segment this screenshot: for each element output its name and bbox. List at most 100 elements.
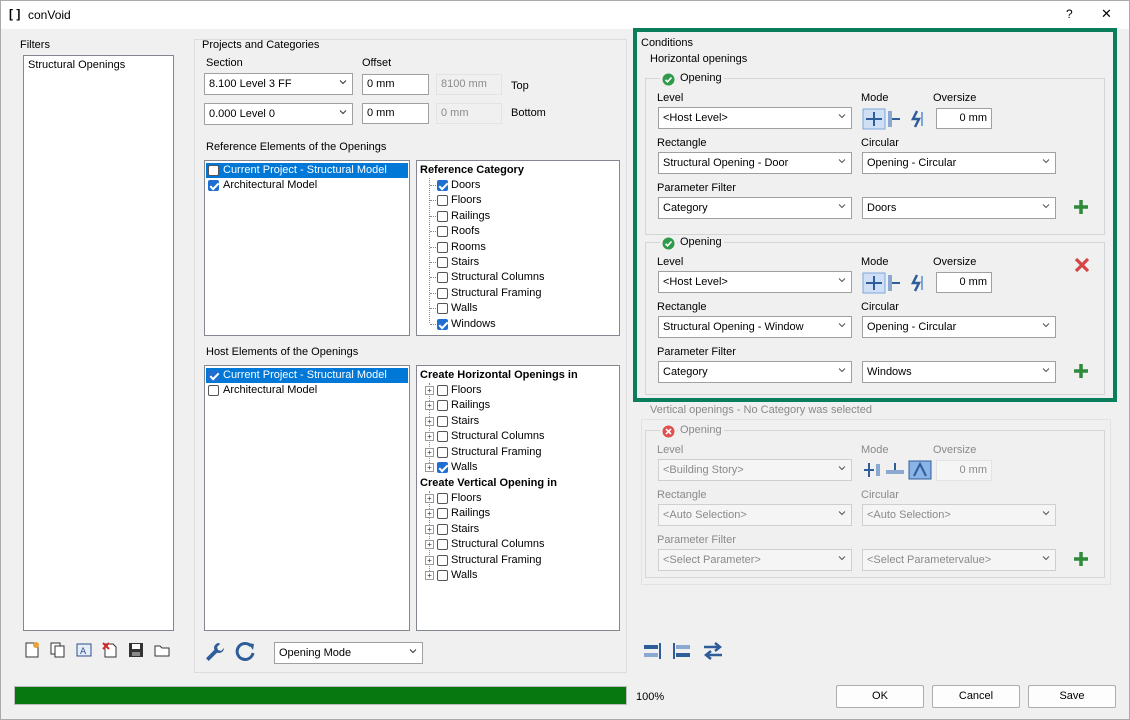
rectangle-select[interactable]: <Auto Selection> [658,504,852,526]
filter-item[interactable]: Structural Openings [28,58,125,73]
model-item[interactable]: Current Project - Structural Model [206,368,408,383]
refresh-icon[interactable] [234,641,256,663]
parameter-value-select[interactable]: <Select Parametervalue> [862,549,1056,571]
category-checkbox[interactable] [437,210,448,222]
oversize-field[interactable]: 0 mm [936,460,992,481]
expand-icon[interactable]: + [425,524,434,534]
expand-icon[interactable]: + [425,509,434,519]
category-checkbox[interactable] [437,257,448,268]
circular-select[interactable]: Opening - Circular [862,152,1056,174]
model-checkbox[interactable] [208,370,219,381]
category-label: Structural Columns [451,430,545,443]
level-select[interactable]: <Host Level> [658,107,852,129]
category-checkbox[interactable] [437,272,448,284]
ok-button[interactable]: OK [836,685,924,708]
swap-icon[interactable] [701,640,725,662]
expand-icon[interactable]: + [425,416,434,426]
category-checkbox[interactable] [437,431,448,443]
expand-icon[interactable]: + [425,540,434,550]
bottom-level-select[interactable]: 0.000 Level 0 [204,103,353,125]
opening-mode-select[interactable]: Opening Mode [274,642,423,664]
category-checkbox[interactable] [437,400,448,412]
category-checkbox[interactable] [437,303,448,315]
wrench-icon[interactable] [204,641,226,663]
parameter-value-select[interactable]: Windows [862,361,1056,383]
delete-filter-icon[interactable] [101,641,119,659]
expand-icon[interactable]: + [425,447,434,457]
expand-icon[interactable]: + [425,463,434,472]
top-level-select[interactable]: 8.100 Level 3 FF [204,73,353,95]
category-checkbox[interactable] [437,318,448,330]
parameter-select[interactable]: Category [658,197,852,219]
expand-icon[interactable]: + [425,432,434,442]
vertical-openings-header: Create Vertical Opening in [420,477,557,489]
model-item[interactable]: Current Project - Structural Model [206,163,408,178]
category-checkbox[interactable] [437,385,448,396]
rectangle-select[interactable]: Structural Opening - Door [658,152,852,174]
category-checkbox[interactable] [437,493,448,504]
category-checkbox[interactable] [437,241,448,253]
filters-list[interactable]: Structural Openings [23,55,174,631]
top-offset-field[interactable]: 0 mm [362,74,429,95]
category-checkbox[interactable] [437,195,448,207]
expand-icon[interactable]: + [425,571,434,580]
close-icon[interactable]: ✕ [1101,6,1112,22]
move-down-icon[interactable] [671,640,693,662]
move-up-icon[interactable] [641,640,663,662]
mode-center-icon[interactable] [862,272,932,297]
expand-icon[interactable]: + [425,555,434,565]
add-icon[interactable] [1073,551,1089,570]
add-icon[interactable] [1073,363,1089,382]
rename-filter-icon[interactable]: A [75,641,93,659]
parameter-select[interactable]: <Select Parameter> [658,549,852,571]
mode-center-icon[interactable] [862,108,932,133]
category-checkbox[interactable] [437,226,448,238]
save-button[interactable]: Save [1028,685,1116,708]
parameter-select[interactable]: Category [658,361,852,383]
oversize-field[interactable]: 0 mm [936,108,992,129]
expand-icon[interactable]: + [425,401,434,411]
copy-filter-icon[interactable] [49,641,67,659]
circular-select[interactable]: Opening - Circular [862,316,1056,338]
level-select[interactable]: <Building Story> [658,459,852,481]
parameter-value-select[interactable]: Doors [862,197,1056,219]
level-select[interactable]: <Host Level> [658,271,852,293]
rectangle-select[interactable]: Structural Opening - Window [658,316,852,338]
model-checkbox[interactable] [208,165,219,176]
rectangle-select-value: Structural Opening - Door [663,157,789,169]
category-checkbox[interactable] [437,180,448,191]
category-checkbox[interactable] [437,570,448,581]
category-checkbox[interactable] [437,446,448,458]
model-item[interactable]: Architectural Model [206,178,408,193]
category-checkbox[interactable] [437,462,448,473]
top-elevation-readonly: 8100 mm [436,74,502,95]
category-checkbox[interactable] [437,554,448,566]
expand-icon[interactable]: + [425,494,434,503]
conditions-panel: Conditions Horizontal openings Opening Le… [633,28,1118,673]
reference-category-list[interactable]: Reference Category Doors Floors Railings Ro… [416,160,620,336]
cancel-button[interactable]: Cancel [932,685,1020,708]
open-filter-icon[interactable] [153,641,171,659]
circular-select[interactable]: <Auto Selection> [862,504,1056,526]
category-checkbox[interactable] [437,523,448,535]
mode-center-icon[interactable] [862,460,932,483]
host-models-list[interactable]: Current Project - Structural Model Archit… [204,365,410,631]
category-checkbox[interactable] [437,287,448,299]
reference-models-list[interactable]: Current Project - Structural Model Archit… [204,160,410,336]
remove-icon[interactable] [1074,257,1090,276]
new-filter-icon[interactable] [23,641,41,659]
expand-icon[interactable]: + [425,386,434,395]
help-button[interactable]: ? [1066,7,1073,21]
category-checkbox[interactable] [437,539,448,551]
oversize-field[interactable]: 0 mm [936,272,992,293]
model-item[interactable]: Architectural Model [206,383,408,398]
host-category-tree[interactable]: Create Horizontal Openings in Create Ver… [416,365,620,631]
bottom-offset-field[interactable]: 0 mm [362,103,429,124]
add-icon[interactable] [1073,199,1089,218]
category-checkbox[interactable] [437,415,448,427]
model-checkbox[interactable] [208,180,219,191]
model-checkbox[interactable] [208,385,219,396]
category-checkbox[interactable] [437,508,448,520]
save-filter-icon[interactable] [127,641,145,659]
category-label: Rooms [451,240,486,253]
